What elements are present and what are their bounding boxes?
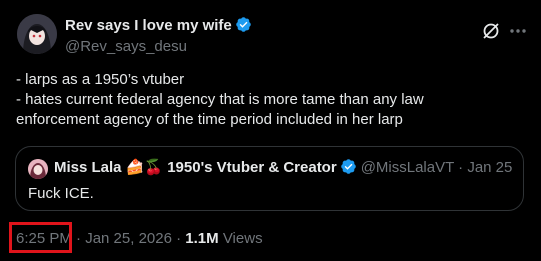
quote-author-name[interactable]: Miss Lala 🍰🍒 1950's Vtuber & Creator xyxy=(54,159,337,176)
grok-button[interactable] xyxy=(481,21,501,41)
time-highlight-box xyxy=(9,222,72,253)
grok-icon xyxy=(483,23,499,39)
post-date[interactable]: · Jan 25, 2026 · xyxy=(76,230,181,247)
quote-author-line: Miss Lala 🍰🍒 1950's Vtuber & Creator @Mis… xyxy=(54,158,512,179)
more-options-icon xyxy=(510,29,526,33)
verified-badge-icon[interactable] xyxy=(340,158,357,179)
more-options-button[interactable] xyxy=(508,21,528,41)
author-name-text: Rev says I love my wife xyxy=(65,17,232,34)
author-display-name[interactable]: Rev says I love my wife xyxy=(65,16,252,37)
verified-badge-icon[interactable] xyxy=(235,16,252,37)
anime-avatar-icon xyxy=(17,14,57,54)
author-handle[interactable]: @Rev_says_desu xyxy=(65,38,187,55)
views-count: 1.1M xyxy=(185,230,219,247)
post-card: Rev says I love my wife @Rev_says_desu -… xyxy=(0,0,541,261)
views-label: Views xyxy=(222,230,263,247)
post-line: enforcement agency of the time period in… xyxy=(16,111,403,128)
post-line: - larps as a 1950’s vtuber xyxy=(16,71,185,88)
quote-author-avatar[interactable] xyxy=(28,159,48,179)
quote-text: Fuck ICE. xyxy=(28,185,94,202)
post-line: - hates current federal agency that is m… xyxy=(16,91,424,108)
post-text: - larps as a 1950’s vtuber - hates curre… xyxy=(16,70,526,130)
quoted-post[interactable]: Miss Lala 🍰🍒 1950's Vtuber & Creator @Mis… xyxy=(15,146,524,211)
author-avatar[interactable] xyxy=(17,14,57,54)
avatar-icon xyxy=(28,159,48,179)
quote-handle-date[interactable]: @MissLalaVT · Jan 25 xyxy=(361,159,513,176)
